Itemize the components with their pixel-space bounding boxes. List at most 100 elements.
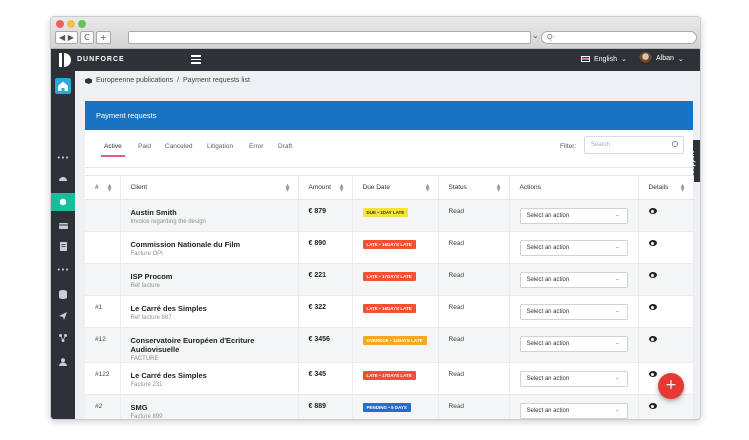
invoice-reference: Invoice regarding the design bbox=[130, 219, 206, 225]
home-icon[interactable] bbox=[55, 78, 71, 94]
tab-draft[interactable]: Draft bbox=[278, 143, 292, 150]
client-name[interactable]: Austin Smith bbox=[131, 208, 298, 217]
details-cell bbox=[638, 263, 694, 296]
eye-icon[interactable] bbox=[648, 371, 657, 377]
language-selector[interactable]: English ⌄ bbox=[581, 55, 627, 63]
table-row[interactable]: Commission Nationale du Film Facture OPI… bbox=[85, 231, 694, 264]
tab-active[interactable]: Active bbox=[101, 143, 125, 157]
action-select[interactable]: Select an action ⌄ bbox=[519, 208, 628, 224]
avatar bbox=[639, 52, 652, 65]
actions-cell: Select an action ⌄ bbox=[509, 394, 639, 419]
table-row[interactable]: Austin Smith Invoice regarding the desig… bbox=[85, 199, 694, 232]
action-select-value: Select an action bbox=[526, 376, 570, 382]
table-row[interactable]: ISP Procom Ref facture € 221 LATE • 17DA… bbox=[85, 263, 694, 296]
column-header-status[interactable]: Status ▲ ▼ bbox=[438, 175, 510, 200]
address-dropdown-icon[interactable]: ⌄ bbox=[532, 31, 539, 40]
client-name[interactable]: Le Carré des Simples bbox=[131, 304, 298, 313]
amount-cell: € 879 bbox=[298, 199, 353, 232]
sidebar-item-publications[interactable] bbox=[51, 193, 75, 211]
client-cell[interactable]: SMG Facture 899 bbox=[120, 394, 299, 419]
action-select-value: Select an action bbox=[526, 309, 570, 315]
users-icon[interactable] bbox=[51, 353, 75, 371]
client-name[interactable]: ISP Procom bbox=[131, 272, 298, 281]
actions-cell: Select an action ⌄ bbox=[509, 263, 639, 296]
documents-icon[interactable] bbox=[51, 237, 75, 255]
client-cell[interactable]: Le Carré des Simples Facture 231 bbox=[120, 362, 299, 395]
client-cell[interactable]: ISP Procom Ref facture bbox=[120, 263, 299, 296]
invoice-reference: Ref facture 987 bbox=[130, 315, 172, 321]
sort-icon: ▲ ▼ bbox=[107, 183, 112, 193]
reload-button[interactable]: C bbox=[79, 31, 94, 44]
client-name[interactable]: SMG bbox=[131, 403, 298, 412]
tab-canceled[interactable]: Canceled bbox=[165, 143, 192, 150]
eye-icon[interactable] bbox=[648, 208, 657, 214]
tab-litigation[interactable]: Litigation bbox=[207, 143, 233, 150]
database-icon[interactable] bbox=[51, 285, 75, 303]
search-input[interactable]: Search bbox=[584, 136, 684, 154]
add-payment-request-button[interactable]: + bbox=[658, 373, 684, 399]
table-row[interactable]: #122 Le Carré des Simples Facture 231 € … bbox=[85, 362, 694, 395]
left-sidebar: ••• ••• bbox=[51, 71, 75, 419]
amount-cell: € 322 bbox=[298, 295, 353, 328]
eye-icon[interactable] bbox=[648, 403, 657, 409]
network-icon[interactable] bbox=[51, 329, 75, 347]
row-number bbox=[85, 263, 121, 296]
client-cell[interactable]: Conservatoire Européen d'Ecriture Audiov… bbox=[120, 327, 299, 363]
new-tab-button[interactable]: + bbox=[95, 31, 111, 44]
sort-icon: ▲ ▼ bbox=[680, 183, 685, 193]
minimize-window-button[interactable] bbox=[67, 20, 75, 28]
details-cell bbox=[638, 295, 694, 328]
address-bar[interactable] bbox=[128, 31, 531, 44]
action-select[interactable]: Select an action ⌄ bbox=[519, 336, 628, 352]
table-row[interactable]: #1 Le Carré des Simples Ref facture 987 … bbox=[85, 295, 694, 328]
column-header-client[interactable]: Client ▲ ▼ bbox=[120, 175, 299, 200]
billing-icon[interactable] bbox=[51, 217, 75, 235]
eye-icon[interactable] bbox=[648, 240, 657, 246]
browser-search-input[interactable]: Q- bbox=[541, 31, 697, 44]
dashboard-icon[interactable] bbox=[51, 169, 75, 187]
eye-icon[interactable] bbox=[648, 304, 657, 310]
table-row[interactable]: #12 Conservatoire Européen d'Ecriture Au… bbox=[85, 327, 694, 363]
client-name[interactable]: Commission Nationale du Film bbox=[131, 240, 298, 249]
maximize-window-button[interactable] bbox=[78, 20, 86, 28]
action-select[interactable]: Select an action ⌄ bbox=[519, 240, 628, 256]
chevron-down-icon: ⌄ bbox=[615, 340, 620, 346]
status-tabs: Active Paid Canceled Litigation Error Dr… bbox=[85, 130, 693, 168]
table-row[interactable]: #2 SMG Facture 899 € 889 PENDING • 5 DAY… bbox=[85, 394, 694, 419]
close-window-button[interactable] bbox=[56, 20, 64, 28]
more-dots-icon[interactable]: ••• bbox=[51, 261, 75, 279]
tab-paid[interactable]: Paid bbox=[138, 143, 151, 150]
back-forward-button[interactable]: ◀ ▶ bbox=[55, 31, 78, 44]
row-number: #1 bbox=[85, 295, 121, 328]
client-name[interactable]: Le Carré des Simples bbox=[131, 371, 298, 380]
status-cell: Read bbox=[438, 231, 510, 264]
user-menu[interactable]: Alban ⌄ bbox=[639, 52, 684, 65]
eye-icon[interactable] bbox=[648, 272, 657, 278]
browser-chrome: ◀ ▶ C + ⌄ Q- bbox=[51, 17, 700, 49]
action-select[interactable]: Select an action ⌄ bbox=[519, 304, 628, 320]
status-cell: Read bbox=[438, 263, 510, 296]
language-label: English bbox=[594, 55, 617, 63]
column-header-details[interactable]: Details ▲ ▼ bbox=[638, 175, 694, 200]
column-header-due-date[interactable]: Due Date ▲ ▼ bbox=[352, 175, 439, 200]
chevron-down-icon: ⌄ bbox=[615, 212, 620, 218]
column-header-number[interactable]: # ▲ ▼ bbox=[85, 175, 121, 200]
eye-icon[interactable] bbox=[648, 336, 657, 342]
client-cell[interactable]: Austin Smith Invoice regarding the desig… bbox=[120, 199, 299, 232]
amount-value: € 3456 bbox=[308, 336, 330, 343]
client-cell[interactable]: Commission Nationale du Film Facture OPI bbox=[120, 231, 299, 264]
more-dots-icon[interactable]: ••• bbox=[51, 149, 75, 167]
column-header-amount[interactable]: Amount ▲ ▼ bbox=[298, 175, 353, 200]
action-select[interactable]: Select an action ⌄ bbox=[519, 403, 628, 419]
client-name[interactable]: Conservatoire Européen d'Ecriture Audiov… bbox=[131, 336, 298, 354]
action-select[interactable]: Select an action ⌄ bbox=[519, 272, 628, 288]
send-icon[interactable] bbox=[51, 307, 75, 325]
invoice-reference: Ref facture bbox=[130, 283, 160, 289]
action-select[interactable]: Select an action ⌄ bbox=[519, 371, 628, 387]
breadcrumb-parent[interactable]: Europeenne publications bbox=[96, 77, 173, 84]
due-date-cell: OVERDUE • 12DAYS LATE bbox=[352, 327, 439, 363]
tab-error[interactable]: Error bbox=[249, 143, 263, 150]
menu-toggle-icon[interactable] bbox=[191, 55, 201, 65]
sort-icon: ▲ ▼ bbox=[496, 183, 501, 193]
client-cell[interactable]: Le Carré des Simples Ref facture 987 bbox=[120, 295, 299, 328]
